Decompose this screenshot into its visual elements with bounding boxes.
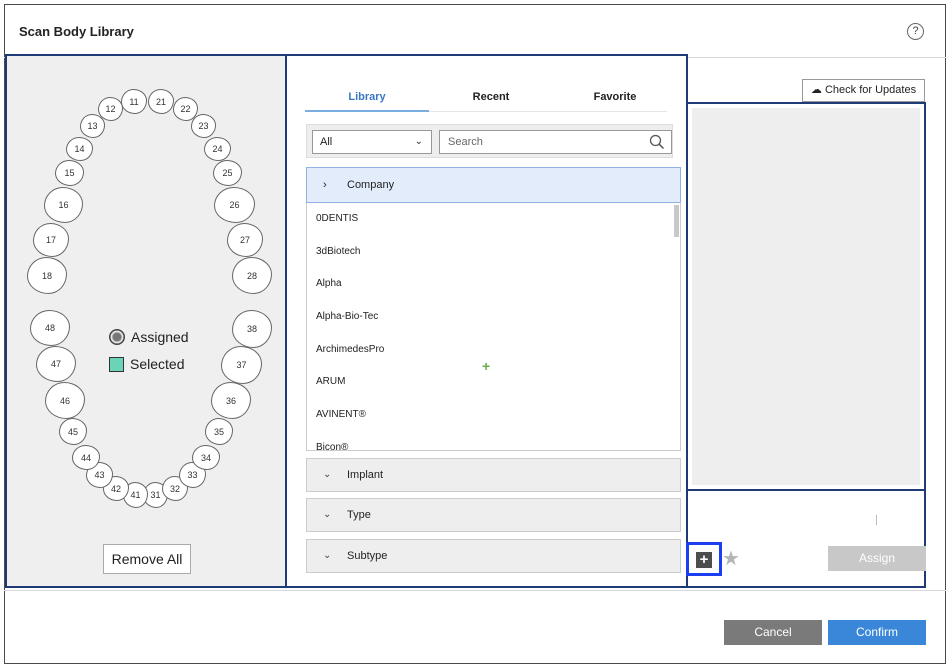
- divider: [876, 515, 877, 525]
- tooth-37[interactable]: 37: [221, 346, 262, 384]
- tooth-21[interactable]: 21: [148, 89, 174, 114]
- tooth-46[interactable]: 46: [45, 382, 85, 419]
- list-item[interactable]: Alpha-Bio-Tec: [307, 301, 680, 334]
- plus-icon: +: [696, 552, 712, 568]
- footer-divider: [4, 590, 946, 591]
- tooth-15[interactable]: 15: [55, 160, 84, 186]
- chevron-right-icon: ›: [323, 179, 327, 191]
- tooth-18[interactable]: 18: [27, 257, 67, 294]
- company-accordion-header[interactable]: › Company: [306, 167, 681, 203]
- subtype-accordion-header[interactable]: ⌄ Subtype: [306, 539, 681, 573]
- tooth-44[interactable]: 44: [72, 445, 100, 470]
- chevron-down-icon: ⌄: [323, 469, 332, 480]
- tooth-26[interactable]: 26: [214, 187, 255, 223]
- tooth-chart-panel: 11 12 13 14 15 16 17 18 21 22 23 24 25 26 27 28 31 32 33 34…: [5, 54, 287, 588]
- search-input[interactable]: Search: [439, 130, 672, 154]
- tab-library[interactable]: Library: [305, 82, 429, 112]
- search-icon[interactable]: [649, 134, 665, 150]
- plus-marker-icon: +: [482, 358, 491, 374]
- tooth-48[interactable]: 48: [30, 310, 70, 346]
- scrollbar-thumb[interactable]: [674, 205, 679, 237]
- list-item[interactable]: Alpha: [307, 268, 680, 301]
- chevron-down-icon: ⌄: [323, 550, 332, 561]
- implant-accordion-header[interactable]: ⌄ Implant: [306, 458, 681, 492]
- list-item[interactable]: 3dBiotech: [307, 236, 680, 269]
- tooth-28[interactable]: 28: [232, 257, 272, 294]
- type-accordion-header[interactable]: ⌄ Type: [306, 498, 681, 532]
- company-label: Company: [347, 179, 395, 191]
- tooth-25[interactable]: 25: [213, 160, 242, 186]
- tooth-17[interactable]: 17: [33, 223, 69, 257]
- check-updates-label: Check for Updates: [824, 84, 917, 96]
- legend-selected-label: Selected: [130, 356, 185, 372]
- list-item[interactable]: ArchimedesPro: [307, 334, 680, 367]
- company-list: 0DENTIS 3dBiotech Alpha Alpha-Bio-Tec Ar…: [306, 203, 681, 451]
- dialog-title: Scan Body Library: [19, 24, 134, 39]
- tooth-23[interactable]: 23: [191, 114, 216, 138]
- tooth-14[interactable]: 14: [66, 137, 93, 161]
- add-favorite-button[interactable]: +: [686, 542, 722, 576]
- selected-indicator-icon: [109, 356, 124, 372]
- category-select[interactable]: All ⌄: [312, 130, 432, 154]
- implant-label: Implant: [347, 469, 384, 481]
- library-panel: Library Recent Favorite All ⌄ Search › C…: [285, 54, 688, 588]
- subtype-label: Subtype: [347, 550, 388, 562]
- tooth-24[interactable]: 24: [204, 137, 231, 161]
- assign-button[interactable]: Assign: [828, 546, 926, 571]
- tooth-36[interactable]: 36: [211, 382, 251, 419]
- list-item[interactable]: ARUM: [307, 366, 680, 399]
- tab-recent[interactable]: Recent: [429, 82, 553, 112]
- list-item[interactable]: AVINENT®: [307, 399, 680, 432]
- remove-all-button[interactable]: Remove All: [103, 544, 191, 574]
- legend-assigned: Assigned: [109, 329, 189, 345]
- tooth-11[interactable]: 11: [121, 89, 147, 114]
- cancel-button[interactable]: Cancel: [724, 620, 822, 645]
- type-label: Type: [347, 509, 371, 521]
- category-select-value: All: [320, 136, 333, 148]
- tooth-27[interactable]: 27: [227, 223, 263, 257]
- confirm-button[interactable]: Confirm: [828, 620, 926, 645]
- chevron-down-icon: ⌄: [414, 136, 423, 147]
- filter-bar: All ⌄ Search: [306, 124, 673, 158]
- tooth-47[interactable]: 47: [36, 346, 76, 382]
- legend-assigned-label: Assigned: [131, 329, 189, 345]
- help-icon[interactable]: ?: [907, 23, 924, 40]
- preview-panel: [686, 102, 926, 491]
- tooth-38[interactable]: 38: [232, 310, 272, 348]
- preview-detail-panel: [686, 489, 926, 588]
- check-for-updates-button[interactable]: ☁ Check for Updates: [802, 79, 925, 102]
- assigned-indicator-icon: [109, 329, 125, 345]
- tooth-13[interactable]: 13: [80, 114, 105, 138]
- library-tabs: Library Recent Favorite: [305, 82, 667, 112]
- tab-favorite[interactable]: Favorite: [553, 82, 677, 112]
- star-icon[interactable]: ★: [722, 546, 740, 571]
- legend-selected: Selected: [109, 356, 184, 372]
- title-bar: Scan Body Library ?: [4, 4, 946, 58]
- preview-area: [692, 108, 920, 485]
- tooth-45[interactable]: 45: [59, 418, 87, 445]
- chevron-down-icon: ⌄: [323, 509, 332, 520]
- tooth-35[interactable]: 35: [205, 418, 233, 445]
- tooth-34[interactable]: 34: [192, 445, 220, 470]
- search-placeholder: Search: [448, 136, 483, 148]
- cloud-icon: ☁: [810, 84, 822, 96]
- list-item[interactable]: Bicon®: [307, 432, 680, 450]
- list-item[interactable]: 0DENTIS: [307, 203, 680, 236]
- tooth-16[interactable]: 16: [44, 187, 83, 223]
